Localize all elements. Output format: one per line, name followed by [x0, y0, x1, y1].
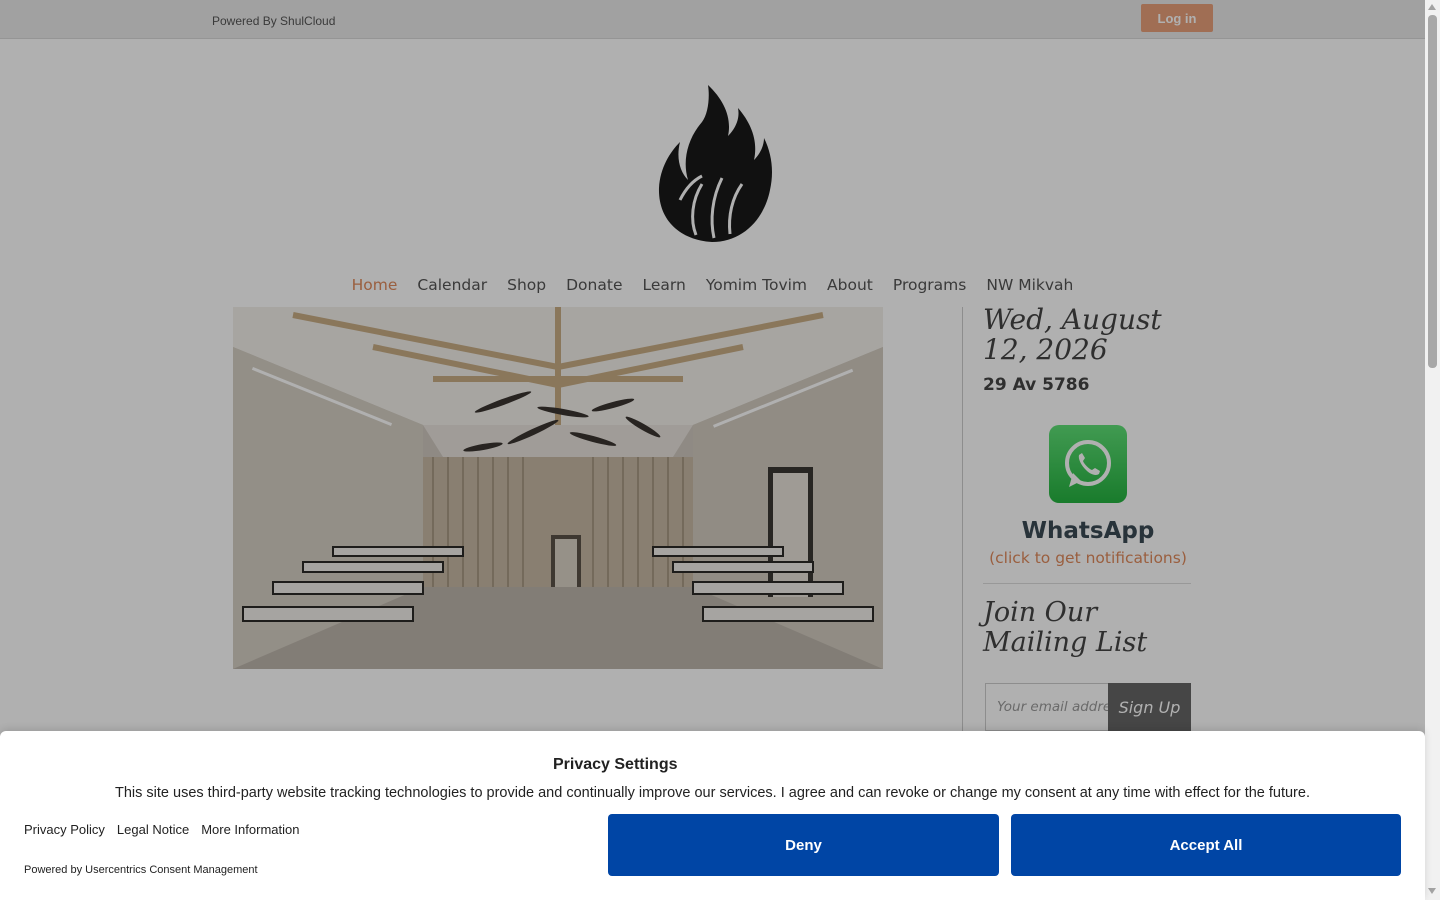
consent-description: This site uses third-party website track…: [115, 785, 1310, 801]
consent-powered-by: Powered by Usercentrics Consent Manageme…: [24, 864, 258, 876]
scroll-up-arrow-icon[interactable]: [1428, 4, 1436, 10]
privacy-consent-banner: Privacy Settings This site uses third-pa…: [0, 731, 1425, 900]
accept-all-button[interactable]: Accept All: [1011, 814, 1401, 876]
consent-title: Privacy Settings: [553, 756, 678, 773]
legal-notice-link[interactable]: Legal Notice: [117, 822, 189, 837]
scroll-down-arrow-icon[interactable]: [1428, 888, 1436, 894]
more-information-link[interactable]: More Information: [201, 822, 299, 837]
page-scrollbar[interactable]: [1425, 0, 1440, 900]
consent-links: Privacy Policy Legal Notice More Informa…: [24, 822, 299, 837]
privacy-policy-link[interactable]: Privacy Policy: [24, 822, 105, 837]
deny-button[interactable]: Deny: [608, 814, 999, 876]
scrollbar-thumb[interactable]: [1428, 15, 1437, 368]
